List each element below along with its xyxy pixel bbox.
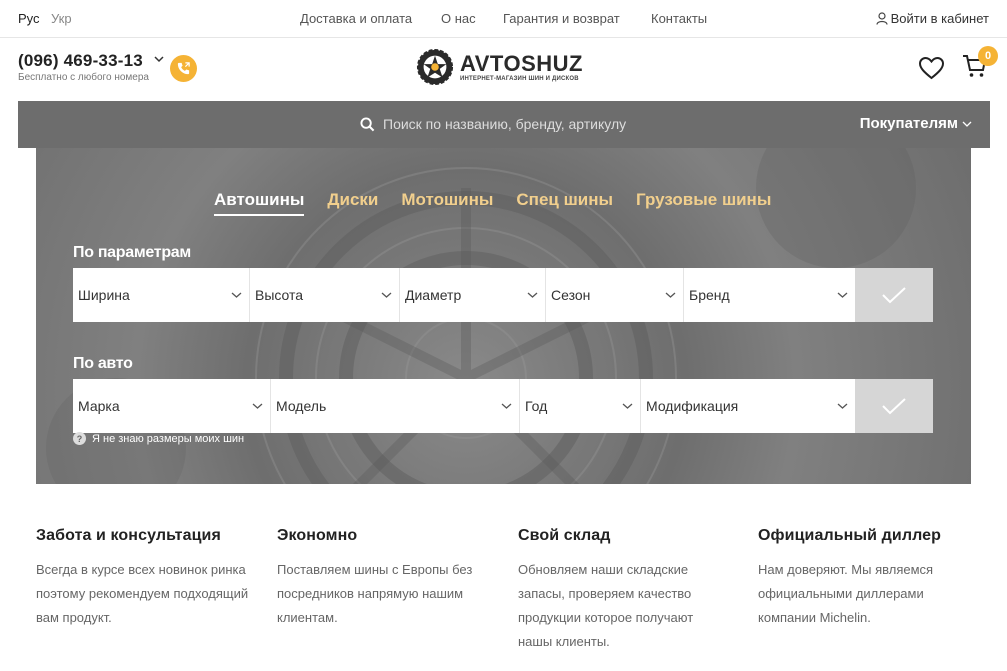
- feature-text: Всегда в курсе всех новинок ринка поэтом…: [36, 562, 249, 625]
- size-help-label: Я не знаю размеры моих шин: [92, 432, 245, 445]
- feature-text: Поставляем шины с Европы без посредников…: [277, 562, 473, 625]
- width-select-label: Ширина: [78, 287, 130, 303]
- params-filter-row: Ширина Высота Диаметр Сезон Бренд: [73, 268, 933, 322]
- feature-title: Официальный диллер: [758, 527, 942, 544]
- brand-select-label: Бренд: [689, 287, 730, 303]
- season-select[interactable]: Сезон: [546, 268, 684, 322]
- checkmark-icon: [882, 287, 906, 304]
- height-select-label: Высота: [255, 287, 304, 303]
- chevron-down-icon: [837, 403, 848, 409]
- checkmark-icon: [882, 398, 906, 415]
- model-select-label: Модель: [276, 398, 327, 414]
- lang-uk-link[interactable]: Укр: [51, 11, 72, 26]
- year-select[interactable]: Год: [520, 379, 641, 433]
- buyers-menu[interactable]: Покупателям: [860, 115, 972, 132]
- brand-select[interactable]: Бренд: [684, 268, 855, 322]
- modification-select[interactable]: Модификация: [641, 379, 855, 433]
- phone-number[interactable]: (096) 469-33-13: [18, 51, 143, 71]
- size-help-link[interactable]: ? Я не знаю размеры моих шин: [73, 432, 244, 445]
- model-select[interactable]: Модель: [271, 379, 520, 433]
- lang-ru-link[interactable]: Рус: [18, 11, 40, 26]
- phone-subtitle: Бесплатно с любого номера: [18, 72, 149, 83]
- phone-icon: [177, 62, 190, 75]
- search-placeholder: Поиск по названию, бренду, артикулу: [383, 116, 627, 132]
- wheel-logo-icon: [416, 48, 454, 86]
- season-select-label: Сезон: [551, 287, 591, 303]
- feature-care: Забота и консультация Всегда в курсе все…: [36, 527, 261, 630]
- chevron-down-icon: [622, 403, 633, 409]
- top-bar: Рус Укр Доставка и оплата О нас Гарантия…: [0, 0, 1007, 38]
- chevron-down-icon: [665, 292, 676, 298]
- by-params-label: По параметрам: [73, 244, 191, 261]
- feature-text: Обновляем наши складские запасы, проверя…: [518, 562, 694, 649]
- question-icon: ?: [73, 432, 86, 445]
- search-icon: [360, 116, 375, 131]
- height-select[interactable]: Высота: [250, 268, 400, 322]
- nav-about-link[interactable]: О нас: [441, 11, 476, 26]
- tab-rims[interactable]: Диски: [327, 190, 378, 216]
- user-icon: [876, 12, 888, 25]
- make-select-label: Марка: [78, 398, 120, 414]
- feature-warehouse: Свой склад Обновляем наши складские запа…: [518, 527, 728, 654]
- buyers-label: Покупателям: [859, 115, 958, 132]
- chevron-down-icon: [962, 121, 972, 127]
- diameter-select-label: Диаметр: [405, 287, 462, 303]
- tab-special-tires[interactable]: Спец шины: [516, 190, 613, 216]
- feature-dealer: Официальный диллер Нам доверяют. Мы явля…: [758, 527, 968, 630]
- feature-text: Нам доверяют. Мы являемся официальными д…: [758, 562, 934, 625]
- make-select[interactable]: Марка: [73, 379, 271, 433]
- chevron-down-icon: [837, 292, 848, 298]
- logo-tagline: ИНТЕРНЕТ-МАГАЗИН ШИН И ДИСКОВ: [460, 75, 579, 82]
- heart-icon[interactable]: [918, 56, 945, 80]
- modification-select-label: Модификация: [646, 398, 739, 414]
- callback-button[interactable]: [170, 55, 197, 82]
- chevron-down-icon: [501, 403, 512, 409]
- logo-name: AVTOSHUZ: [460, 50, 583, 76]
- logo-text-block: AVTOSHUZ ИНТЕРНЕТ-МАГАЗИН ШИН И ДИСКОВ: [460, 50, 583, 82]
- width-select[interactable]: Ширина: [73, 268, 250, 322]
- product-tabs: Автошины Диски Мотошины Спец шины Грузов…: [214, 190, 771, 216]
- by-auto-label: По авто: [73, 355, 133, 372]
- chevron-down-icon: [231, 292, 242, 298]
- login-link[interactable]: Войти в кабинет: [876, 11, 989, 26]
- nav-delivery-link[interactable]: Доставка и оплата: [300, 11, 412, 26]
- feature-title: Свой склад: [518, 527, 611, 544]
- login-label: Войти в кабинет: [890, 11, 989, 26]
- tab-moto-tires[interactable]: Мотошины: [401, 190, 493, 216]
- nav-warranty-link[interactable]: Гарантия и возврат: [503, 11, 620, 26]
- feature-title: Экономно: [277, 527, 358, 544]
- tab-car-tires[interactable]: Автошины: [214, 190, 305, 216]
- cart-count-badge: 0: [978, 46, 998, 66]
- site-logo[interactable]: AVTOSHUZ ИНТЕРНЕТ-МАГАЗИН ШИН И ДИСКОВ: [416, 48, 583, 86]
- search-input[interactable]: Поиск по названию, бренду, артикулу: [360, 116, 626, 132]
- search-bar: Поиск по названию, бренду, артикулу Поку…: [18, 101, 990, 148]
- auto-submit-button[interactable]: [855, 379, 933, 433]
- auto-filter-row: Марка Модель Год Модификация: [73, 379, 933, 433]
- tab-truck-tires[interactable]: Грузовые шины: [636, 190, 771, 216]
- diameter-select[interactable]: Диаметр: [400, 268, 546, 322]
- year-select-label: Год: [525, 398, 548, 414]
- feature-economy: Экономно Поставляем шины с Европы без по…: [277, 527, 477, 630]
- feature-title: Забота и консультация: [36, 527, 221, 544]
- chevron-down-icon[interactable]: [153, 54, 165, 64]
- tire-search-hero: Автошины Диски Мотошины Спец шины Грузов…: [36, 148, 971, 484]
- chevron-down-icon: [527, 292, 538, 298]
- chevron-down-icon: [381, 292, 392, 298]
- nav-contacts-link[interactable]: Контакты: [651, 11, 707, 26]
- params-submit-button[interactable]: [855, 268, 933, 322]
- chevron-down-icon: [252, 403, 263, 409]
